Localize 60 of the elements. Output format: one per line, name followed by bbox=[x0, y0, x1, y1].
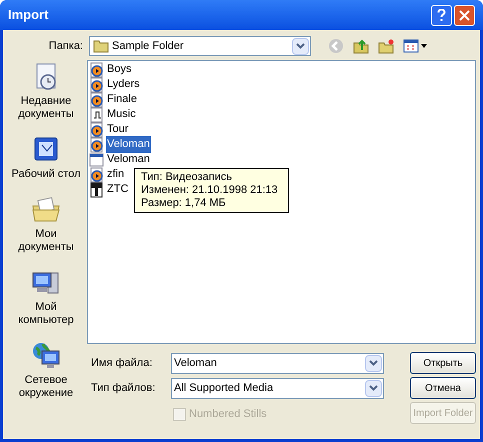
field-label: Тип файлов: bbox=[90, 380, 156, 396]
caret-icon bbox=[421, 44, 427, 48]
dropdown-button[interactable] bbox=[292, 38, 309, 54]
places-item[interactable]: Мой компьютер bbox=[6, 267, 86, 327]
file-item[interactable]: Lyders bbox=[89, 77, 141, 92]
file-name: ZTC bbox=[106, 182, 130, 198]
new-folder-icon[interactable] bbox=[378, 38, 394, 54]
file-item[interactable]: zfin bbox=[89, 167, 126, 182]
places-label: Мои документы bbox=[17, 228, 75, 254]
folder-dropdown[interactable]: Sample Folder bbox=[89, 36, 311, 56]
file-name: Tour bbox=[106, 122, 130, 138]
view-menu-button[interactable] bbox=[403, 38, 427, 54]
places-label: Сетевое окружение bbox=[18, 374, 74, 400]
places-label: Недавние документы bbox=[17, 95, 75, 121]
close-button[interactable] bbox=[454, 4, 475, 26]
chevron-down-icon bbox=[369, 385, 378, 391]
file-name: zfin bbox=[106, 167, 126, 182]
places-label: Мой компьютер bbox=[17, 301, 75, 327]
places-item[interactable]: Недавние документы bbox=[6, 61, 86, 121]
help-button[interactable] bbox=[431, 4, 452, 26]
view-icon bbox=[403, 38, 419, 54]
file-item[interactable]: Music bbox=[89, 107, 137, 122]
file-name: Finale bbox=[106, 92, 138, 108]
folder-icon bbox=[93, 39, 109, 53]
chevron-down-icon bbox=[369, 360, 378, 366]
field-label: Имя файла: bbox=[90, 356, 154, 371]
dialog-button[interactable]: Открыть bbox=[410, 352, 476, 374]
file-name: Veloman bbox=[106, 136, 151, 153]
places-item[interactable]: Сетевое окружение bbox=[6, 340, 86, 400]
tooltip-line: Изменен: 21.10.1998 21:13 bbox=[141, 184, 279, 197]
dropdown-button[interactable] bbox=[365, 380, 382, 396]
places-label: Рабочий стол bbox=[11, 168, 81, 181]
field-value: Veloman bbox=[174, 356, 218, 371]
file-name-field[interactable]: Veloman bbox=[171, 352, 384, 374]
places-item[interactable]: Рабочий стол bbox=[6, 134, 86, 181]
places-item[interactable]: Мои документы bbox=[6, 194, 86, 254]
folder-label: Папка: bbox=[48, 38, 84, 54]
file-type-dropdown[interactable]: All Supported Media bbox=[171, 378, 384, 398]
dialog-button[interactable]: Отмена bbox=[410, 377, 476, 399]
file-item[interactable]: Finale bbox=[89, 92, 138, 107]
file-name: Music bbox=[106, 107, 137, 122]
chevron-down-icon bbox=[296, 43, 305, 49]
file-name: Veloman bbox=[106, 152, 151, 168]
file-item[interactable]: Tour bbox=[89, 122, 130, 137]
file-item[interactable]: ZTC bbox=[89, 182, 130, 197]
file-name: Boys bbox=[106, 62, 132, 78]
dropdown-button[interactable] bbox=[365, 354, 382, 372]
tooltip-line: Размер: 1,74 МБ bbox=[141, 197, 227, 210]
folder-name: Sample Folder bbox=[112, 38, 185, 54]
close-icon bbox=[459, 10, 470, 20]
help-icon bbox=[437, 8, 446, 22]
up-folder-icon[interactable] bbox=[353, 38, 369, 54]
file-item[interactable]: Boys bbox=[89, 62, 132, 77]
file-item[interactable]: Veloman bbox=[89, 137, 151, 152]
window-title: Import bbox=[8, 6, 50, 24]
tooltip-line: Тип: Видеозапись bbox=[141, 171, 233, 184]
file-item[interactable]: Veloman bbox=[89, 152, 151, 167]
field-value: All Supported Media bbox=[174, 380, 274, 396]
file-name: Lyders bbox=[106, 77, 141, 92]
checkbox-label: Numbered Stills bbox=[189, 406, 267, 422]
